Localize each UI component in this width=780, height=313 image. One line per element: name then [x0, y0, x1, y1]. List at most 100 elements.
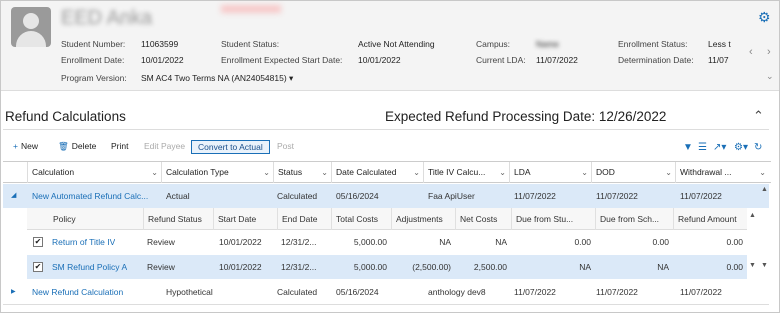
policy-status: Review	[147, 237, 175, 247]
edit-payee-button[interactable]: Edit Payee	[144, 141, 185, 151]
expand-header-icon[interactable]: ⌄	[766, 71, 774, 82]
campus-label: Campus:	[476, 39, 511, 49]
post-button[interactable]: Post	[277, 141, 294, 151]
subcol-start-date[interactable]: Start Date	[213, 208, 277, 230]
policy-total: 5,000.00	[353, 237, 387, 247]
policy-due-school: NA	[657, 262, 669, 272]
settings-icon[interactable]: ⚙▾	[734, 142, 748, 153]
divider	[3, 129, 769, 130]
subcol-adjustments[interactable]: Adjustments	[391, 208, 455, 230]
campus-value: Name	[536, 39, 559, 49]
filter-icon[interactable]: ▼	[683, 142, 693, 153]
subcol-end-date[interactable]: End Date	[277, 208, 331, 230]
delete-button[interactable]: 🗑 Delete	[58, 141, 96, 152]
subcol-due-from-student[interactable]: Due from Stu...	[511, 208, 595, 230]
chevron-down-icon: ⌄	[263, 168, 270, 177]
policy-end: 12/31/2...	[281, 237, 317, 247]
next-arrow-icon[interactable]: ›	[767, 46, 771, 58]
scroll-down-icon[interactable]: ▼	[761, 262, 768, 269]
col-title-iv[interactable]: Title IV Calcu... ⌄	[423, 162, 509, 183]
calc-status: Calculated	[277, 191, 318, 201]
collapse-section-icon[interactable]: ⌃	[753, 108, 764, 124]
col-calculation-type[interactable]: Calculation Type ⌄	[161, 162, 273, 183]
policy-net: NA	[495, 237, 507, 247]
calculation-link[interactable]: New Refund Calculation	[32, 280, 157, 304]
student-header: EED Anka ⚙ Student Number: 11063599 Enro…	[1, 1, 779, 91]
subcol-refund-amount[interactable]: Refund Amount	[673, 208, 747, 230]
student-name: EED Anka	[61, 7, 153, 29]
chevron-down-icon: ⌄	[499, 168, 506, 177]
policy-due-student: 0.00	[574, 237, 591, 247]
subcol-total-costs[interactable]: Total Costs	[331, 208, 391, 230]
policy-adjustments: NA	[439, 237, 451, 247]
divider	[3, 304, 769, 305]
collapse-row-icon[interactable]: ◢	[11, 184, 16, 208]
program-version-label: Program Version:	[61, 73, 127, 83]
chevron-down-icon: ⌄	[413, 168, 420, 177]
grid-scrollbar[interactable]: ▲ ▼	[761, 184, 769, 280]
calculation-link[interactable]: New Automated Refund Calc...	[32, 184, 157, 208]
policy-start: 10/01/2022	[219, 237, 262, 247]
policy-checkbox[interactable]: ✔	[33, 262, 43, 272]
redaction-mark	[221, 5, 281, 13]
prev-arrow-icon[interactable]: ‹	[749, 46, 753, 58]
table-row[interactable]: ▶ New Refund Calculation Hypothetical Ca…	[3, 280, 769, 304]
caret-down-icon: ▾	[289, 73, 294, 83]
refresh-icon[interactable]: ↻	[754, 142, 762, 153]
table-row[interactable]: ◢ New Automated Refund Calc... Actual Ca…	[3, 184, 769, 208]
print-button[interactable]: Print	[111, 141, 128, 151]
calc-dod: 11/07/2022	[596, 287, 638, 297]
subcol-due-from-school[interactable]: Due from Sch...	[595, 208, 673, 230]
export-icon[interactable]: ↗▾	[713, 142, 726, 153]
col-calculation[interactable]: Calculation ⌄	[27, 162, 161, 183]
policy-grid-header: Policy Refund Status Start Date End Date…	[27, 208, 747, 230]
subcol-refund-status[interactable]: Refund Status	[143, 208, 213, 230]
col-status[interactable]: Status ⌄	[273, 162, 331, 183]
policy-link[interactable]: Return of Title IV	[52, 230, 115, 254]
determination-date-label: Determination Date:	[618, 55, 694, 65]
policy-refund: 0.00	[726, 237, 743, 247]
policy-end: 12/31/2...	[281, 262, 317, 272]
grid-header: Calculation ⌄ Calculation Type ⌄ Status ⌄ D…	[3, 161, 771, 183]
col-withdrawal[interactable]: Withdrawal ... ⌄	[675, 162, 769, 183]
calc-title-iv: Faa ApiUser	[428, 191, 475, 201]
list-icon[interactable]: ☰	[698, 142, 707, 153]
policy-row[interactable]: ✔ Return of Title IV Review 10/01/2022 1…	[27, 230, 747, 254]
policy-link[interactable]: SM Refund Policy A	[52, 255, 127, 279]
policy-refund: 0.00	[726, 262, 743, 272]
trash-icon: 🗑	[58, 141, 69, 151]
current-lda-value: 11/07/2022	[536, 55, 578, 65]
expand-row-icon[interactable]: ▶	[11, 280, 16, 304]
expected-start-date-label: Enrollment Expected Start Date:	[221, 55, 343, 65]
calc-date: 05/16/2024	[336, 191, 379, 201]
subcol-policy[interactable]: Policy	[49, 208, 139, 230]
gear-icon[interactable]: ⚙	[758, 9, 771, 26]
policy-row[interactable]: ✔ SM Refund Policy A Review 10/01/2022 1…	[27, 255, 747, 279]
subcol-net-costs[interactable]: Net Costs	[455, 208, 511, 230]
current-lda-label: Current LDA:	[476, 55, 526, 65]
convert-to-actual-button[interactable]: Convert to Actual	[191, 140, 270, 154]
col-dod[interactable]: DOD ⌄	[591, 162, 675, 183]
calc-withdrawal: 11/07/2022	[680, 287, 722, 297]
enrollment-date-value: 10/01/2022	[141, 55, 184, 65]
chevron-down-icon: ⌄	[151, 168, 158, 177]
policy-total: 5,000.00	[353, 262, 387, 272]
program-version-dropdown[interactable]: SM AC4 Two Terms NA (AN24054815) ▾	[141, 73, 293, 84]
policy-adjustments: (2,500.00)	[412, 262, 451, 272]
enrollment-status-label: Enrollment Status:	[618, 39, 688, 49]
expected-start-date-value: 10/01/2022	[358, 55, 401, 65]
scroll-down-icon[interactable]: ▼	[749, 262, 756, 269]
policy-scrollbar[interactable]: ▲ ▼	[749, 210, 757, 280]
new-button[interactable]: + New	[13, 141, 38, 151]
scroll-up-icon[interactable]: ▲	[761, 186, 768, 193]
enrollment-date-label: Enrollment Date:	[61, 55, 125, 65]
calc-withdrawal: 11/07/2022	[680, 191, 722, 201]
col-date-calculated[interactable]: Date Calculated ⌄	[331, 162, 423, 183]
policy-checkbox[interactable]: ✔	[33, 237, 43, 247]
policy-start: 10/01/2022	[219, 262, 262, 272]
scroll-up-icon[interactable]: ▲	[749, 212, 756, 219]
col-lda[interactable]: LDA ⌄	[509, 162, 591, 183]
plus-icon: +	[13, 141, 18, 151]
refund-calculations-window: EED Anka ⚙ Student Number: 11063599 Enro…	[0, 0, 780, 313]
calc-lda: 11/07/2022	[514, 287, 556, 297]
